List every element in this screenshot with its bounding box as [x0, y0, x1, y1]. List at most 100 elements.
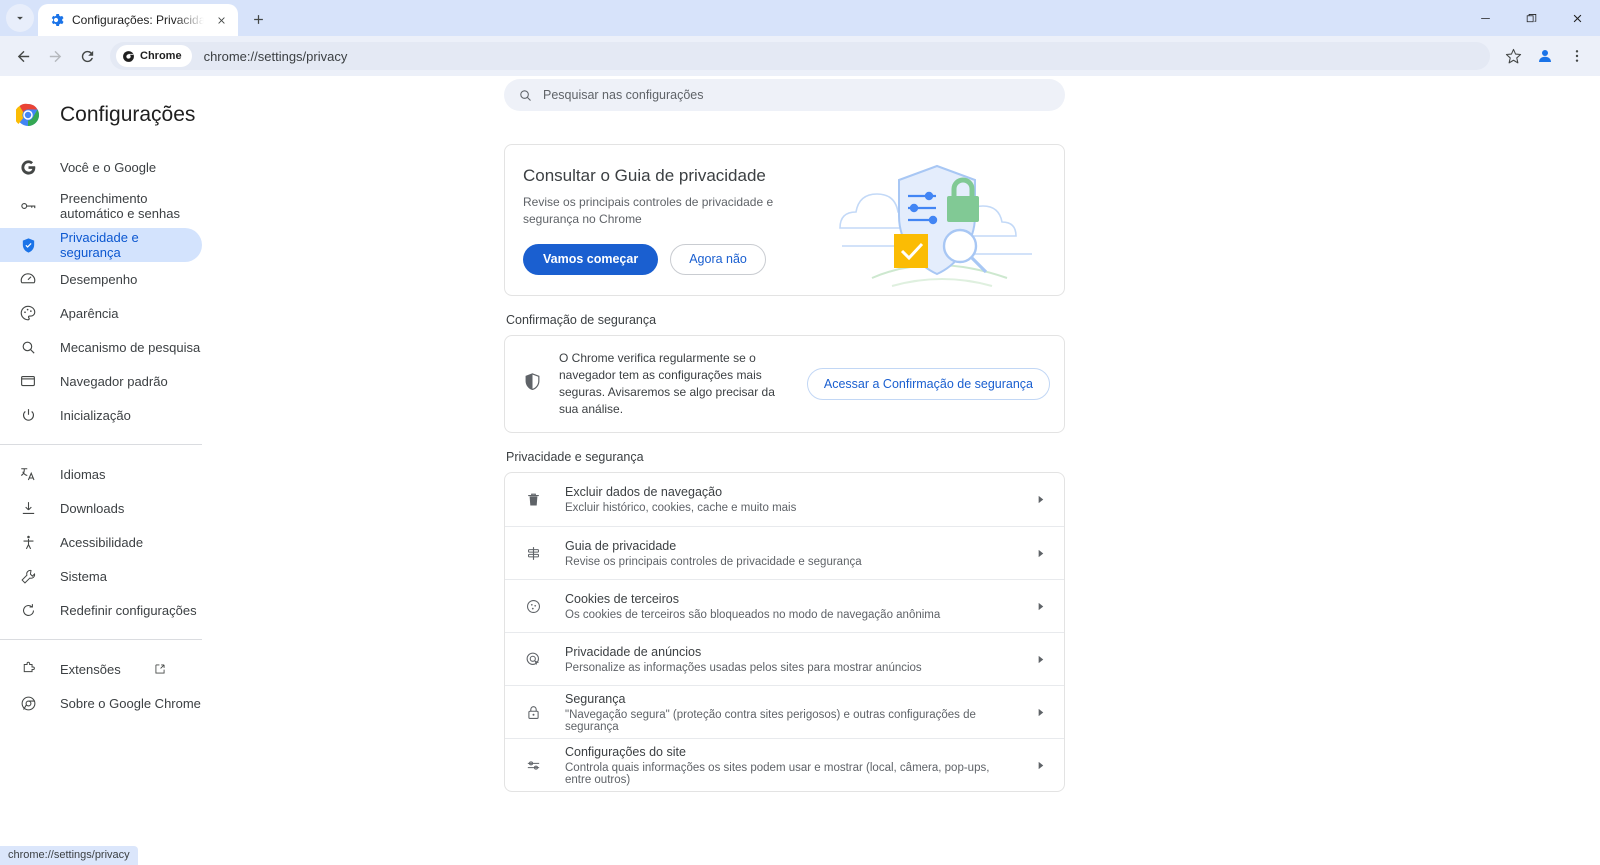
url-text: chrome://settings/privacy	[203, 48, 348, 64]
shield-icon	[18, 235, 38, 255]
status-bar-url: chrome://settings/privacy	[0, 846, 138, 865]
row-ad-privacy[interactable]: Privacidade de anúncios Personalize as i…	[505, 632, 1064, 685]
window-controls	[1462, 0, 1600, 36]
shield-half-icon	[523, 372, 543, 396]
sidebar-item-label: Desempenho	[60, 271, 138, 287]
sidebar-item-system[interactable]: Sistema	[0, 559, 202, 593]
maximize-icon	[1526, 13, 1536, 22]
settings-main: Pesquisar nas configurações Consultar o …	[240, 76, 1600, 865]
privacy-guide-title: Consultar o Guia de privacidade	[523, 165, 766, 185]
privacy-section-heading: Privacidade e segurança	[506, 450, 644, 464]
privacy-guide-actions: Vamos começar Agora não	[523, 243, 832, 275]
sidebar-item-autofill-passwords[interactable]: Preenchimento automático e senhas	[0, 184, 202, 228]
star-icon	[1505, 48, 1521, 63]
sidebar-item-default-browser[interactable]: Navegador padrão	[0, 364, 202, 398]
three-dot-menu-icon	[1575, 50, 1579, 62]
not-now-button[interactable]: Agora não	[670, 243, 766, 275]
safety-check-card: O Chrome verifica regularmente se o nave…	[504, 335, 1065, 433]
profile-button[interactable]	[1530, 41, 1560, 71]
sidebar-item-extensions[interactable]: Extensões	[0, 652, 202, 686]
safety-check-description: O Chrome verifica regularmente se o nave…	[559, 351, 775, 416]
row-site-settings[interactable]: Configurações do site Controla quais inf…	[505, 738, 1064, 791]
forward-button[interactable]	[40, 41, 70, 71]
chevron-down-icon	[17, 16, 23, 20]
download-icon	[18, 498, 38, 518]
settings-sidebar: Configurações Você e o Google Preenchime…	[0, 76, 240, 865]
row-privacy-guide[interactable]: Guia de privacidade Revise os principais…	[505, 526, 1064, 579]
privacy-guide-text: Consultar o Guia de privacidade Revise o…	[505, 166, 832, 275]
sidebar-item-search-engine[interactable]: Mecanismo de pesquisa	[0, 330, 202, 364]
sidebar-item-performance[interactable]: Desempenho	[0, 262, 202, 296]
row-third-party-cookies[interactable]: Cookies de terceiros Os cookies de terce…	[505, 579, 1064, 632]
tab-close-button[interactable]	[212, 11, 230, 29]
sidebar-item-you-and-google[interactable]: Você e o Google	[0, 150, 202, 184]
sidebar-item-label: Downloads	[60, 500, 125, 516]
search-settings-input[interactable]: Pesquisar nas configurações	[504, 79, 1065, 111]
close-icon	[217, 16, 225, 24]
window-minimize-button[interactable]	[1462, 0, 1508, 36]
browser-toolbar: Chrome chrome://settings/privacy	[0, 36, 1600, 76]
row-subtitle: Excluir histórico, cookies, cache e muit…	[565, 502, 797, 514]
row-title: Privacidade de anúncios	[565, 644, 702, 659]
tab-search-button[interactable]	[6, 4, 34, 32]
row-title: Excluir dados de navegação	[565, 485, 723, 499]
chrome-menu-button[interactable]	[1562, 41, 1592, 71]
row-text: Guia de privacidade Revise os principais…	[565, 539, 1010, 568]
ad-target-icon	[523, 651, 543, 668]
back-arrow-icon	[17, 50, 29, 62]
chrome-logo-icon	[123, 50, 134, 62]
row-subtitle: Controla quais informações os sites pode…	[565, 761, 990, 786]
sidebar-item-startup[interactable]: Inicialização	[0, 398, 202, 432]
search-icon	[18, 337, 38, 357]
window-icon	[18, 371, 38, 391]
translate-icon	[18, 464, 38, 484]
chrome-chip-label: Chrome	[140, 50, 182, 62]
sidebar-item-appearance[interactable]: Aparência	[0, 296, 202, 330]
sidebar-item-privacy-security[interactable]: Privacidade e segurança	[0, 228, 202, 262]
sliders-icon	[523, 757, 543, 774]
row-security[interactable]: Segurança "Navegação segura" (proteção c…	[505, 685, 1064, 738]
sidebar-item-languages[interactable]: Idiomas	[0, 457, 202, 491]
privacy-guide-card: Consultar o Guia de privacidade Revise o…	[504, 144, 1065, 296]
accessibility-icon	[18, 532, 38, 552]
key-icon	[18, 196, 38, 216]
chevron-right-icon	[1032, 654, 1048, 665]
row-text: Privacidade de anúncios Personalize as i…	[565, 645, 1010, 674]
row-text: Cookies de terceiros Os cookies de terce…	[565, 592, 1010, 621]
sidebar-item-label: Redefinir configurações	[60, 602, 197, 618]
sidebar-item-accessibility[interactable]: Acessibilidade	[0, 525, 202, 559]
back-button[interactable]	[8, 41, 38, 71]
cookie-icon	[523, 598, 543, 615]
window-maximize-button[interactable]	[1508, 0, 1554, 36]
sidebar-nav-secondary: Idiomas Downloads Acessibilidade Sistema…	[0, 457, 240, 627]
bookmark-star-button[interactable]	[1498, 41, 1528, 71]
row-subtitle: Personalize as informações usadas pelos …	[565, 661, 922, 674]
restore-icon	[18, 600, 38, 620]
minimize-icon	[1480, 17, 1490, 19]
new-tab-button[interactable]	[244, 5, 272, 33]
go-to-safety-check-button[interactable]: Acessar a Confirmação de segurança	[806, 368, 1050, 400]
row-title: Configurações do site	[565, 744, 686, 759]
sidebar-item-label: Você e o Google	[60, 159, 157, 175]
row-subtitle: Os cookies de terceiros são bloqueados n…	[565, 608, 941, 621]
chevron-right-icon	[1032, 707, 1048, 718]
settings-content: Consultar o Guia de privacidade Revise o…	[504, 144, 1065, 792]
sidebar-item-downloads[interactable]: Downloads	[0, 491, 202, 525]
chevron-right-icon	[1032, 548, 1048, 559]
tab-title: Configurações: Privacidade e se	[72, 13, 204, 27]
lock-icon	[523, 704, 543, 721]
google-g-icon	[18, 157, 38, 177]
start-privacy-guide-button[interactable]: Vamos começar	[523, 243, 659, 275]
browser-tab-settings[interactable]: Configurações: Privacidade e se	[38, 4, 238, 36]
row-clear-browsing-data[interactable]: Excluir dados de navegação Excluir histó…	[505, 473, 1064, 526]
power-icon	[18, 405, 38, 425]
sidebar-item-about-chrome[interactable]: Sobre o Google Chrome	[0, 686, 202, 720]
sidebar-item-label: Aparência	[60, 305, 119, 321]
window-close-button[interactable]	[1554, 0, 1600, 36]
sidebar-item-reset-settings[interactable]: Redefinir configurações	[0, 593, 202, 627]
sidebar-item-label: Sistema	[60, 568, 107, 584]
address-bar[interactable]: Chrome chrome://settings/privacy	[110, 42, 1490, 70]
reload-icon	[81, 50, 93, 62]
reload-button[interactable]	[72, 41, 102, 71]
sidebar-item-label: Preenchimento automático e senhas	[60, 191, 180, 221]
